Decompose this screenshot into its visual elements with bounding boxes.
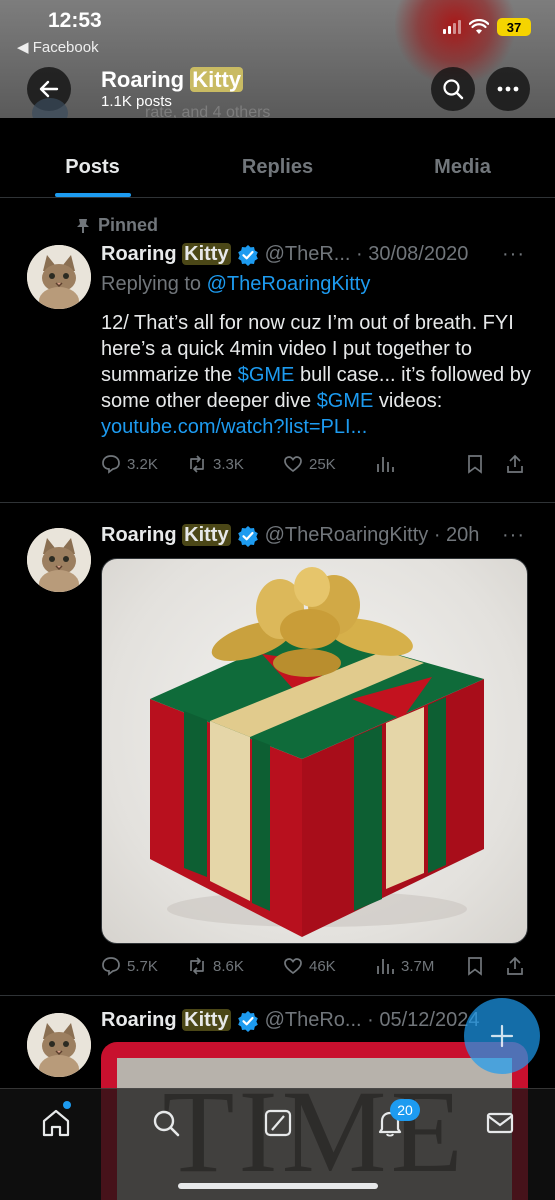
reply-button[interactable]: 3.2K bbox=[101, 454, 187, 474]
grok-icon[interactable] bbox=[262, 1107, 294, 1139]
status-time: 12:53 bbox=[48, 9, 102, 32]
compose-post-button[interactable] bbox=[464, 998, 540, 1074]
home-indicator[interactable] bbox=[178, 1183, 378, 1189]
cashtag-link[interactable]: $GME bbox=[238, 364, 295, 386]
plus-icon bbox=[490, 1024, 514, 1048]
pinned-label: Pinned bbox=[98, 215, 159, 235]
profile-name-part1: Roaring bbox=[101, 67, 191, 92]
notifications-badge: 20 bbox=[390, 1099, 420, 1121]
pinned-post[interactable]: Pinned Roaring Kitty @TheR... · 30/08/20… bbox=[0, 199, 555, 503]
bookmark-button[interactable] bbox=[465, 454, 505, 474]
wifi-icon bbox=[469, 19, 489, 34]
post-more-button[interactable]: ··· bbox=[502, 524, 525, 547]
post-gift[interactable]: Roaring Kitty @TheRoaringKitty · 20h ··· bbox=[0, 504, 555, 996]
post-more-button[interactable]: ··· bbox=[502, 243, 525, 266]
cat-avatar-image bbox=[27, 528, 91, 592]
avatar[interactable] bbox=[27, 245, 91, 309]
profile-tabs: Posts Replies Media bbox=[0, 140, 555, 198]
verified-badge-icon bbox=[237, 525, 258, 547]
search-icon bbox=[443, 79, 464, 100]
reply-handle-link[interactable]: @TheRoaringKitty bbox=[207, 273, 371, 295]
profile-header-banner: 12:53 ◀ Facebook 37 Roaring Kitty 1.1K p… bbox=[0, 0, 555, 118]
author-handle-time: @TheRo... · 05/12/2024 bbox=[264, 1009, 480, 1031]
author-name[interactable]: Roaring Kitty bbox=[101, 524, 231, 547]
cat-avatar-image bbox=[27, 1013, 91, 1077]
post-actions: 5.7K 8.6K 46K 3.7M bbox=[101, 956, 531, 976]
views-button[interactable] bbox=[375, 454, 465, 474]
heart-icon bbox=[284, 456, 302, 473]
home-icon[interactable] bbox=[40, 1107, 72, 1139]
pin-icon bbox=[77, 218, 89, 233]
home-unread-dot bbox=[63, 1101, 71, 1109]
author-name[interactable]: Roaring Kitty bbox=[101, 1009, 231, 1032]
repost-icon bbox=[190, 455, 204, 473]
reply-icon bbox=[102, 455, 120, 474]
search-icon[interactable] bbox=[150, 1107, 182, 1139]
search-button[interactable] bbox=[431, 67, 475, 111]
reply-button[interactable]: 5.7K bbox=[101, 956, 187, 976]
repost-button[interactable]: 8.6K bbox=[187, 956, 283, 976]
post-author-row: Roaring Kitty @TheR... · 30/08/2020 bbox=[101, 243, 468, 266]
bookmark-icon bbox=[468, 455, 482, 474]
tab-media[interactable]: Media bbox=[370, 140, 555, 197]
views-chart-icon bbox=[377, 457, 394, 472]
profile-name: Roaring Kitty bbox=[101, 67, 244, 93]
share-icon bbox=[507, 454, 523, 473]
heart-icon bbox=[284, 958, 302, 975]
cat-avatar-image bbox=[27, 245, 91, 309]
profile-name-part2: Kitty bbox=[190, 67, 244, 92]
pinned-indicator: Pinned bbox=[76, 215, 158, 236]
verified-badge-icon bbox=[237, 244, 258, 266]
more-button[interactable] bbox=[486, 67, 530, 111]
bookmark-button[interactable] bbox=[465, 956, 505, 976]
views-button[interactable]: 3.7M bbox=[375, 956, 465, 976]
reply-icon bbox=[102, 957, 120, 976]
battery-icon: 37 bbox=[497, 18, 531, 36]
post-actions: 3.2K 3.3K 25K bbox=[101, 454, 531, 474]
cashtag-link[interactable]: $GME bbox=[317, 390, 374, 412]
share-icon bbox=[507, 956, 523, 975]
gift-box-illustration bbox=[150, 567, 484, 937]
back-to-app-link[interactable]: ◀ Facebook bbox=[17, 38, 99, 56]
verified-badge-icon bbox=[237, 1010, 258, 1032]
author-handle-time: @TheR... · 30/08/2020 bbox=[264, 243, 469, 265]
like-button[interactable]: 25K bbox=[283, 454, 375, 474]
post-text: 12/ That’s all for now cuz I’m out of br… bbox=[101, 312, 531, 438]
author-handle-time: @TheRoaringKitty · 20h bbox=[264, 524, 480, 546]
followers-you-know-text: rate, and 4 others bbox=[145, 104, 271, 118]
share-button[interactable] bbox=[505, 454, 531, 474]
author-name[interactable]: Roaring Kitty bbox=[101, 243, 231, 266]
tab-posts[interactable]: Posts bbox=[0, 140, 185, 197]
signal-icon bbox=[443, 20, 461, 34]
tab-replies[interactable]: Replies bbox=[185, 140, 370, 197]
messages-mail-icon[interactable] bbox=[484, 1107, 516, 1139]
views-chart-icon bbox=[377, 959, 394, 974]
repost-button[interactable]: 3.3K bbox=[187, 454, 283, 474]
avatar[interactable] bbox=[27, 1013, 91, 1077]
bookmark-icon bbox=[468, 957, 482, 976]
more-horizontal-icon bbox=[497, 86, 519, 92]
share-button[interactable] bbox=[505, 956, 531, 976]
status-indicators: 37 bbox=[443, 18, 531, 36]
arrow-left-icon bbox=[39, 80, 59, 98]
replying-to: Replying to @TheRoaringKitty bbox=[101, 273, 371, 295]
avatar[interactable] bbox=[27, 528, 91, 592]
post-author-row: Roaring Kitty @TheRo... · 05/12/2024 bbox=[101, 1009, 479, 1032]
url-link[interactable]: youtube.com/watch?list=PLI... bbox=[101, 416, 367, 438]
repost-icon bbox=[190, 957, 204, 975]
gift-box-image[interactable] bbox=[101, 558, 528, 944]
post-author-row: Roaring Kitty @TheRoaringKitty · 20h bbox=[101, 524, 479, 547]
like-button[interactable]: 46K bbox=[283, 956, 375, 976]
